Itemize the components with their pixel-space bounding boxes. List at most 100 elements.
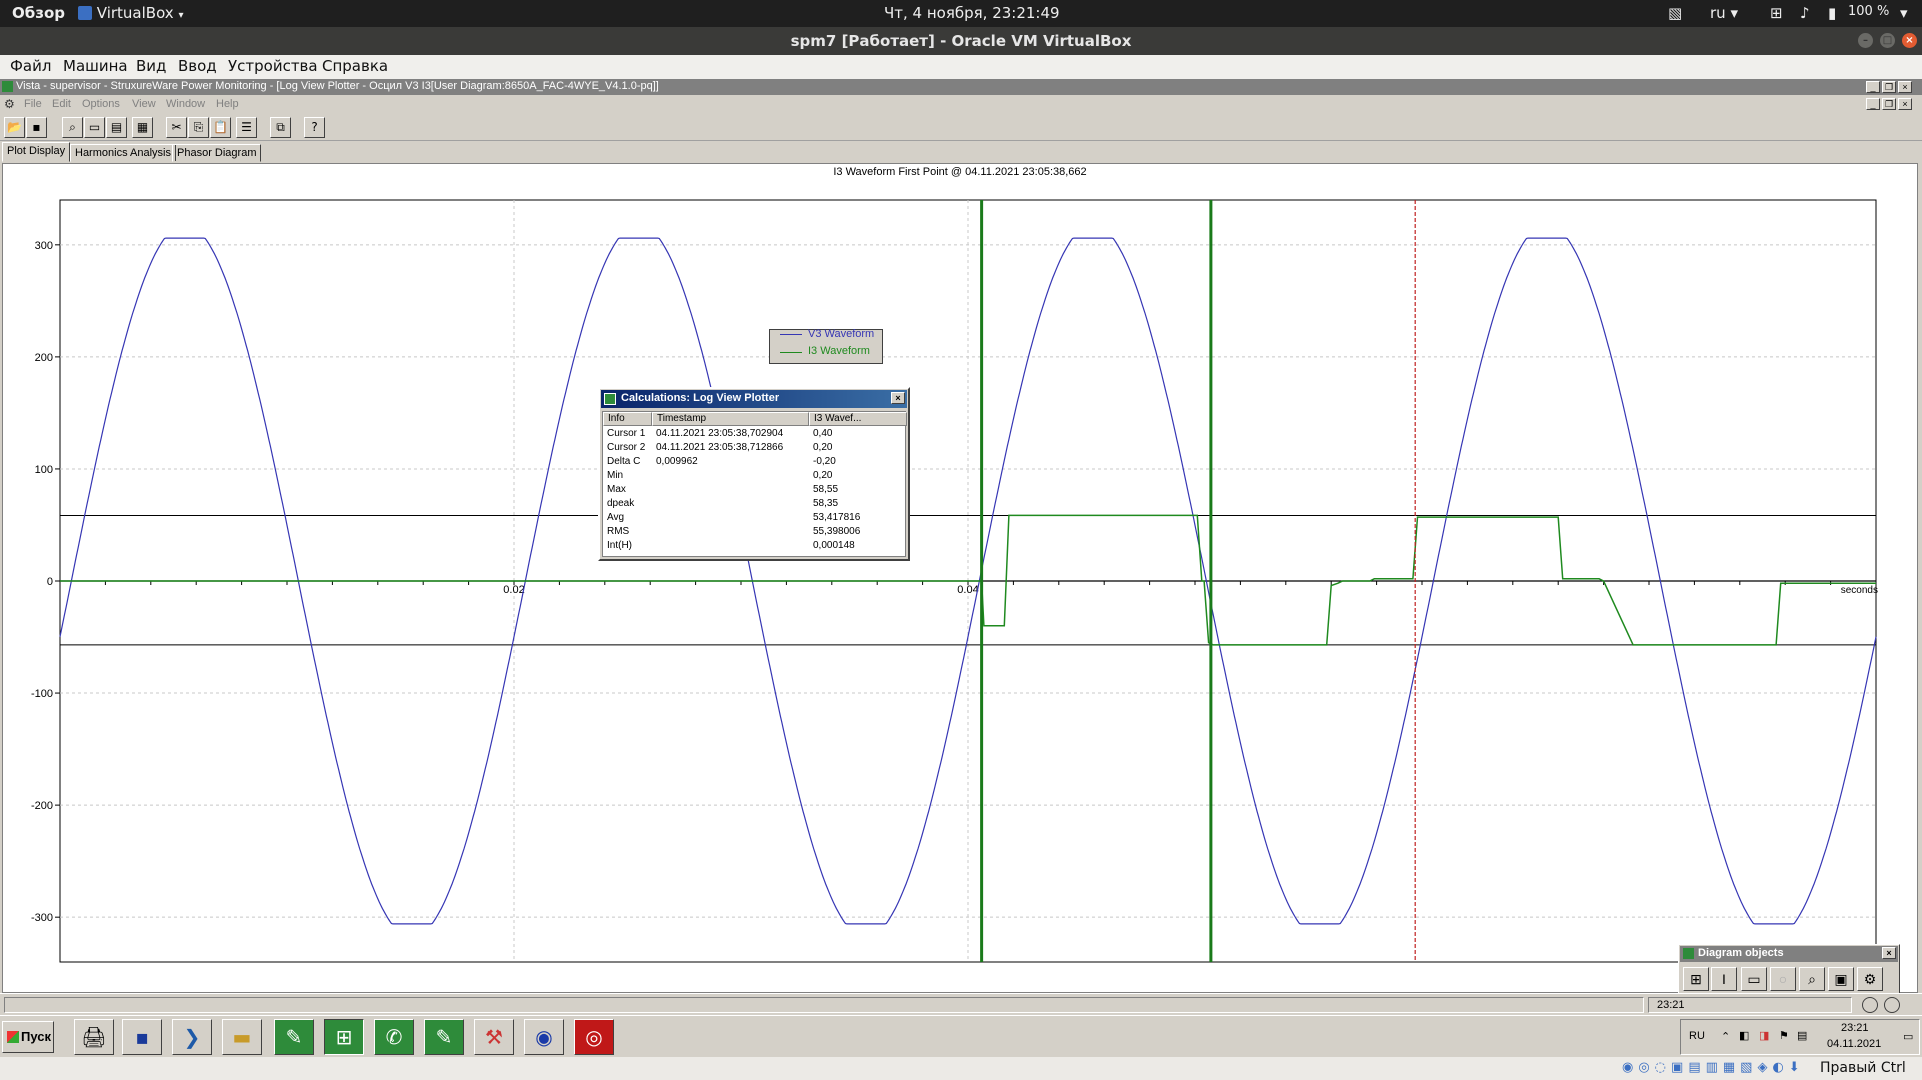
battery-percent: 100 % (1848, 4, 1890, 19)
help-icon[interactable]: ? (304, 117, 325, 138)
designer-tool-icon[interactable]: ✎ (424, 1019, 464, 1055)
child-minimize-button[interactable]: _ (1866, 98, 1880, 110)
minimize-button[interactable]: – (1858, 33, 1873, 48)
tray-time[interactable]: 23:21 (1841, 1022, 1869, 1034)
calc-col-info[interactable]: Info (603, 412, 652, 426)
diagram-objects-titlebar[interactable]: Diagram objects × (1680, 946, 1898, 962)
calc-col-timestamp[interactable]: Timestamp (652, 412, 809, 426)
tray-lang[interactable]: RU (1689, 1030, 1705, 1042)
chevron-down-icon: ▾ (178, 10, 184, 21)
open-folder-icon[interactable]: 📂 (4, 117, 25, 138)
disabled-circle-icon[interactable]: ○ (1770, 967, 1796, 991)
clock[interactable]: Чт, 4 ноября, 23:21:49 (884, 4, 1060, 22)
app-menu-file[interactable]: File (24, 98, 42, 110)
chart-legend[interactable]: V3 Waveform I3 Waveform (769, 328, 883, 364)
calc-col-i3[interactable]: I3 Wavef... (809, 412, 907, 426)
vista-diagram-icon[interactable]: ⊞ (324, 1019, 364, 1055)
document-gear-icon[interactable]: ⚙ (4, 97, 15, 111)
mdi-close-button[interactable]: × (1898, 81, 1912, 93)
start-button[interactable]: Пуск (2, 1021, 54, 1053)
graph-icon[interactable]: ▤ (106, 117, 127, 138)
tray-date[interactable]: 04.11.2021 (1827, 1038, 1881, 1050)
calc-close-button[interactable]: × (891, 392, 905, 404)
menu-input[interactable]: Ввод (178, 57, 217, 75)
activities-button[interactable]: Обзор (12, 4, 65, 22)
window-icon[interactable]: ▭ (84, 117, 105, 138)
app-name: VirtualBox (96, 4, 174, 22)
tab-plot-display[interactable]: Plot Display (2, 142, 71, 162)
y-tick-label: -200 (31, 800, 53, 812)
settings-gear-icon[interactable]: ⚙ (1857, 967, 1883, 991)
powershell-icon[interactable]: ❯ (172, 1019, 212, 1055)
menu-devices[interactable]: Устройства (228, 57, 318, 75)
chart-icon[interactable]: ▦ (132, 117, 153, 138)
settings-tools-icon[interactable]: ⚒ (474, 1019, 514, 1055)
phone-icon[interactable]: ✆ (374, 1019, 414, 1055)
close-button[interactable]: × (1902, 33, 1917, 48)
calc-cell: 04.11.2021 23:05:38,702904 (656, 428, 784, 439)
x-tick-label: 0.04 (957, 584, 978, 596)
menu-view[interactable]: Вид (136, 57, 166, 75)
keyboard-layout[interactable]: ru ▾ (1710, 4, 1738, 22)
tab-harmonics-analysis[interactable]: Harmonics Analysis (70, 144, 176, 162)
select-object-icon[interactable]: ⊞ (1683, 967, 1709, 991)
menu-help[interactable]: Справка (322, 57, 388, 75)
vbox-device-icons[interactable]: ◉◎◌▣▤▥▦▧◈◐⬇ (1622, 1060, 1805, 1075)
cut-icon[interactable]: ✂ (166, 117, 187, 138)
binoculars-icon[interactable]: ⌕ (1799, 967, 1825, 991)
zoom-icon[interactable]: ⌕ (62, 117, 83, 138)
y-tick-label: 100 (35, 464, 53, 476)
vbox-app-menu[interactable]: VirtualBox ▾ (78, 4, 184, 22)
calc-table: Info Timestamp I3 Wavef... Cursor 1 04.11… (602, 411, 907, 557)
app-menu-options[interactable]: Options (82, 98, 120, 110)
system-monitor-icon[interactable]: ▧ (1668, 4, 1682, 22)
calc-titlebar[interactable]: Calculations: Log View Plotter × (601, 390, 907, 408)
waveform-chart[interactable]: 300 200 100 0 -100 -200 -300 0.02 0.04 seconds (3, 164, 1917, 992)
menu-machine[interactable]: Машина (63, 57, 128, 75)
folder-icon[interactable]: ▬ (222, 1019, 262, 1055)
menu-file[interactable]: Файл (10, 57, 51, 75)
text-cursor-icon[interactable]: I (1711, 967, 1737, 991)
calc-cell: Delta C (607, 456, 641, 467)
chevron-down-icon[interactable]: ▾ (1900, 4, 1908, 22)
wrench-tool-icon[interactable]: ✎ (274, 1019, 314, 1055)
mdi-minimize-button[interactable]: _ (1866, 81, 1880, 93)
show-desktop-icon[interactable]: ▭ (1903, 1030, 1913, 1043)
legend-swatch-i3 (780, 352, 802, 353)
network-device-icon[interactable]: ▣ (1828, 967, 1854, 991)
red-app-icon[interactable]: ◎ (574, 1019, 614, 1055)
battery-icon[interactable]: ▮ (1828, 4, 1836, 22)
tray-icon-1[interactable]: ◧ (1739, 1029, 1749, 1042)
mdi-restore-button[interactable]: ❐ (1882, 81, 1896, 93)
comment-icon[interactable]: ▭ (1741, 967, 1767, 991)
calc-cell: Int(H) (607, 540, 632, 551)
flag-icon[interactable]: ⚑ (1779, 1029, 1789, 1042)
copy-icon[interactable]: ⎘ (188, 117, 209, 138)
network-icon[interactable]: ⊞ (1770, 4, 1783, 22)
chevron-up-icon[interactable]: ⌃ (1721, 1030, 1730, 1043)
diagram-objects-close-button[interactable]: × (1882, 947, 1896, 959)
paste-icon[interactable]: 📋 (210, 117, 231, 138)
globe-network-icon[interactable]: ◉ (524, 1019, 564, 1055)
app-menu-view[interactable]: View (132, 98, 156, 110)
save-icon[interactable]: ▪ (26, 117, 47, 138)
printer-tool-icon[interactable]: 🖨 (74, 1019, 114, 1055)
tray-icon-3[interactable]: ▤ (1797, 1029, 1807, 1042)
child-restore-button[interactable]: ❐ (1882, 98, 1896, 110)
calc-cell: 0,000148 (813, 540, 855, 551)
windows-taskbar: Пуск 🖨 ▪ ❯ ▬ ✎ ⊞ ✆ ✎ ⚒ ◉ ◎ RU ⌃ ◧ ◨ ⚑ ▤ … (0, 1015, 1922, 1057)
app-menu-help[interactable]: Help (216, 98, 239, 110)
app-menu-window[interactable]: Window (166, 98, 205, 110)
app-menu-edit[interactable]: Edit (52, 98, 71, 110)
volume-icon[interactable]: ♪ (1800, 4, 1810, 22)
floppy-save-icon[interactable]: ▪ (122, 1019, 162, 1055)
maximize-button[interactable]: □ (1880, 33, 1895, 48)
app-menubar: ⚙ File Edit Options View Window Help _ ❐… (0, 95, 1922, 113)
vista-app-icon (1683, 948, 1694, 959)
plot-panel: I3 Waveform First Point @ 04.11.2021 23:… (2, 163, 1918, 993)
cascade-icon[interactable]: ⧉ (270, 117, 291, 138)
list-icon[interactable]: ☰ (236, 117, 257, 138)
tab-phasor-diagram[interactable]: Phasor Diagram (172, 144, 262, 162)
tray-icon-2[interactable]: ◨ (1759, 1029, 1769, 1042)
child-close-button[interactable]: × (1898, 98, 1912, 110)
